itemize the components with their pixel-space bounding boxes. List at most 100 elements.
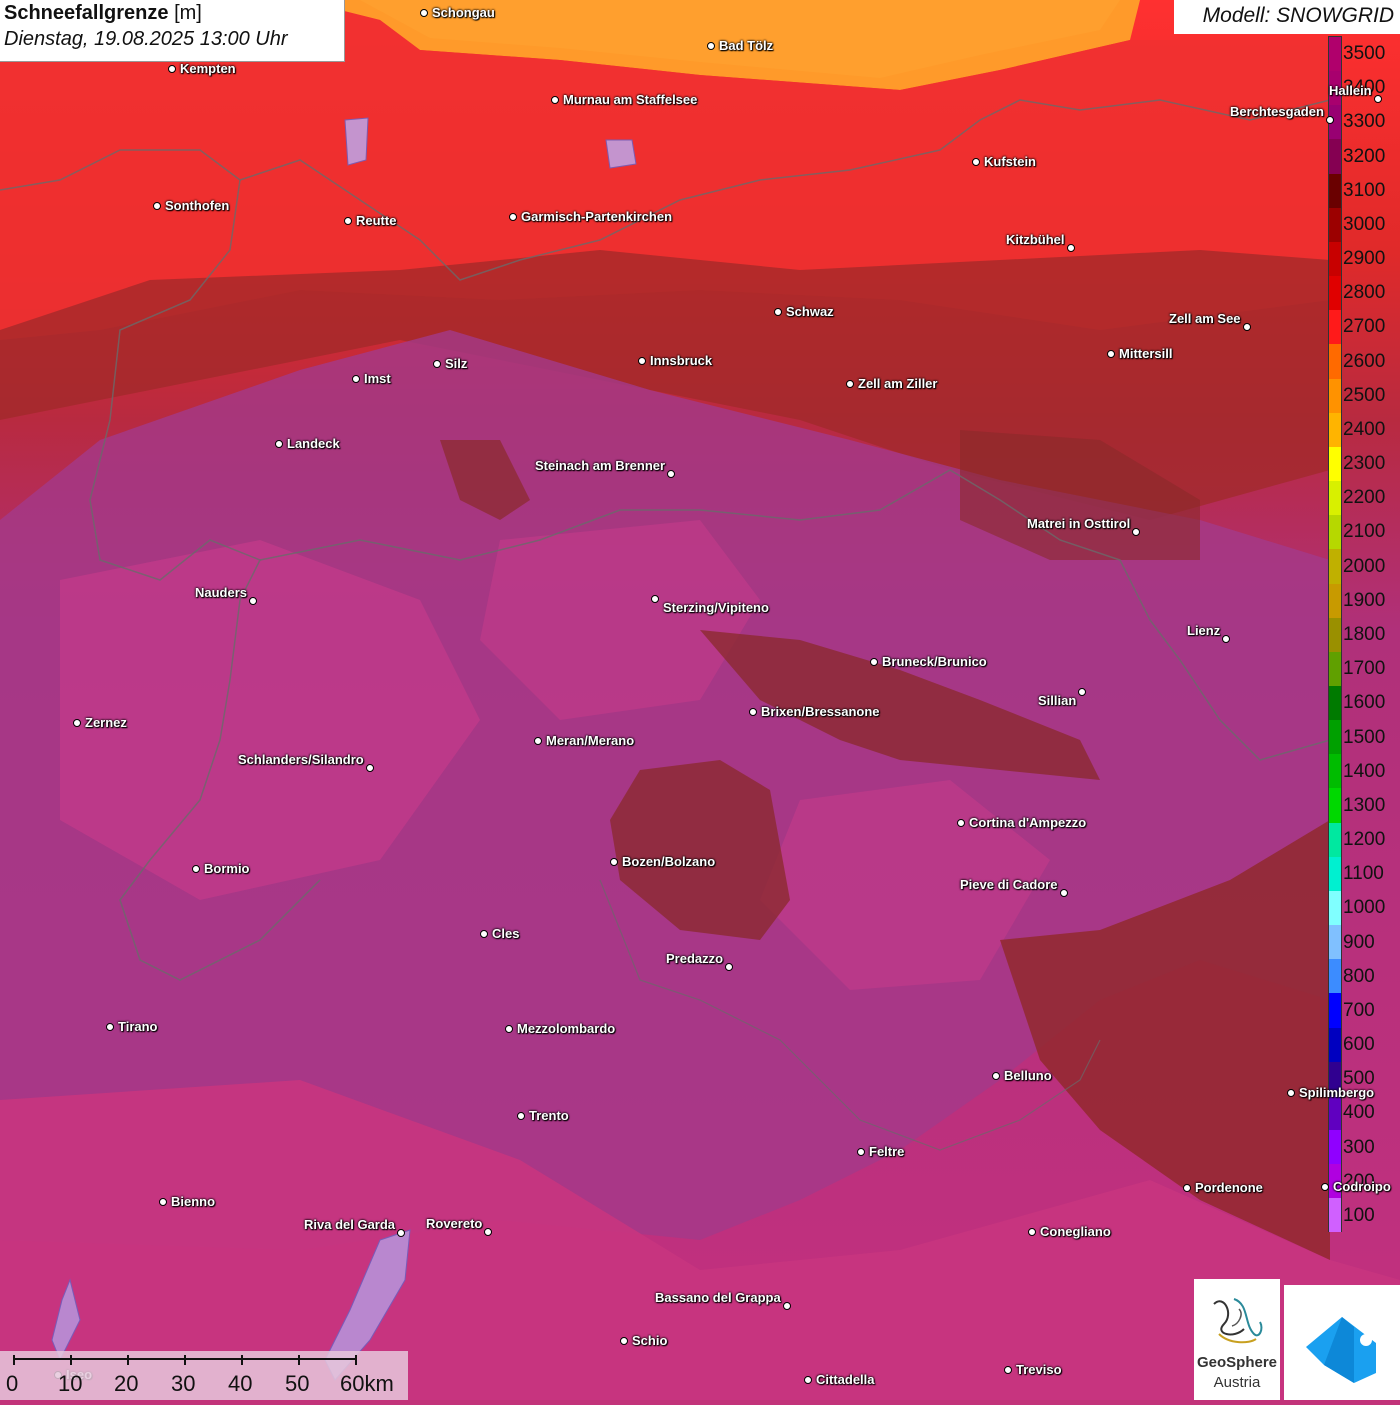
legend-swatch (1329, 856, 1341, 891)
city-label: Schio (632, 1333, 668, 1348)
legend-swatch (1329, 412, 1341, 447)
legend-swatch (1329, 276, 1341, 311)
legend-swatch (1329, 1095, 1341, 1130)
city-label: Kempten (180, 61, 236, 76)
city-marker (168, 65, 176, 73)
city-marker (1078, 688, 1086, 696)
legend-label: 3000 (1343, 213, 1386, 235)
city-marker (651, 595, 659, 603)
city-marker (1222, 635, 1230, 643)
legend-label: 2300 (1343, 453, 1386, 475)
city-marker (433, 360, 441, 368)
city-marker (1243, 323, 1251, 331)
city-marker (1067, 244, 1075, 252)
city-marker (1287, 1089, 1295, 1097)
city-marker (420, 9, 428, 17)
legend-swatch (1329, 481, 1341, 516)
legend-label: 900 (1343, 931, 1375, 953)
legend-label: 1600 (1343, 692, 1386, 714)
city-marker (707, 42, 715, 50)
legend-swatch (1329, 446, 1341, 482)
city-marker (846, 380, 854, 388)
legend-swatch (1329, 1130, 1341, 1165)
legend-swatch (1329, 344, 1341, 379)
city-marker (1004, 1366, 1012, 1374)
legend-label: 3200 (1343, 145, 1386, 167)
city-label: Murnau am Staffelsee (563, 92, 698, 107)
city-label: Bad Tölz (719, 38, 774, 53)
city-label: Belluno (1004, 1068, 1052, 1083)
city-marker (783, 1302, 791, 1310)
scale-label-0: 0 (6, 1371, 19, 1396)
city-marker (517, 1112, 525, 1120)
legend-label: 2100 (1343, 521, 1386, 543)
city-marker (725, 963, 733, 971)
legend-swatch (1329, 310, 1341, 345)
legend-swatch (1329, 822, 1341, 857)
city-marker (192, 865, 200, 873)
legend-label: 300 (1343, 1136, 1375, 1158)
legend-label: 2400 (1343, 418, 1386, 440)
legend-swatch (1329, 241, 1341, 277)
city-label: Mezzolombardo (517, 1021, 616, 1036)
legend-label: 2600 (1343, 350, 1386, 372)
city-label: Meran/Merano (546, 733, 635, 748)
city-label: Reutte (356, 213, 397, 228)
city-marker (106, 1023, 114, 1031)
city-label: Berchtesgaden (1230, 104, 1324, 119)
city-label: Matrei in Osttirol (1027, 516, 1131, 531)
app-logo[interactable] (1284, 1285, 1400, 1400)
city-label: Schlanders/Silandro (238, 752, 364, 767)
legend-color-bar (1328, 36, 1342, 1233)
city-marker (1028, 1228, 1036, 1236)
city-marker (551, 96, 559, 104)
city-label: Kitzbühel (1006, 232, 1065, 247)
city-marker (774, 308, 782, 316)
city-label: Trento (529, 1108, 569, 1123)
logo-line1: GeoSphere (1196, 1354, 1278, 1371)
city-marker (620, 1337, 628, 1345)
legend-label: 2900 (1343, 248, 1386, 270)
city-marker (366, 764, 374, 772)
city-label: Riva del Garda (304, 1217, 396, 1232)
legend-swatch (1329, 549, 1341, 584)
city-marker (1374, 95, 1382, 103)
map-title: Schneefallgrenze [m] (4, 2, 340, 25)
map-parameter: Schneefallgrenze (4, 2, 169, 24)
city-marker (638, 357, 646, 365)
city-marker (804, 1376, 812, 1384)
city-label: Zell am See (1169, 311, 1241, 326)
city-label: Silz (445, 356, 468, 371)
legend-label: 1200 (1343, 829, 1386, 851)
scale-label-60km: 60km (340, 1371, 394, 1396)
legend-swatch (1329, 890, 1341, 926)
city-marker (344, 217, 352, 225)
city-label: Predazzo (666, 951, 724, 966)
city-label: Bruneck/Brunico (882, 654, 987, 669)
city-marker (73, 719, 81, 727)
geosphere-logo[interactable]: GeoSphere Austria (1194, 1279, 1280, 1400)
city-label: Steinach am Brenner (535, 458, 666, 473)
logo-line2: Austria (1213, 1374, 1261, 1391)
legend-label: 1400 (1343, 760, 1386, 782)
legend-swatch (1329, 1198, 1341, 1233)
legend-swatch (1329, 925, 1341, 960)
legend-label: 2500 (1343, 384, 1386, 406)
city-marker (992, 1072, 1000, 1080)
city-marker (534, 737, 542, 745)
lake-ammersee (344, 117, 369, 166)
city-label: Lienz (1187, 623, 1221, 638)
lake-chiemsee (605, 139, 637, 169)
legend-label: 1300 (1343, 794, 1386, 816)
legend-swatch (1329, 617, 1341, 652)
city-marker (159, 1198, 167, 1206)
geosphere-swirl-icon (1213, 1298, 1263, 1344)
legend-label: 3100 (1343, 179, 1386, 201)
legend-label: 1700 (1343, 658, 1386, 680)
legend-label: 2700 (1343, 316, 1386, 338)
model-label: Modell: SNOWGRID (1174, 0, 1400, 34)
map-title-box: Schneefallgrenze [m] Dienstag, 19.08.202… (0, 0, 345, 62)
city-label: Imst (364, 371, 391, 386)
legend-swatch (1329, 173, 1341, 208)
city-label: Zernez (85, 715, 127, 730)
